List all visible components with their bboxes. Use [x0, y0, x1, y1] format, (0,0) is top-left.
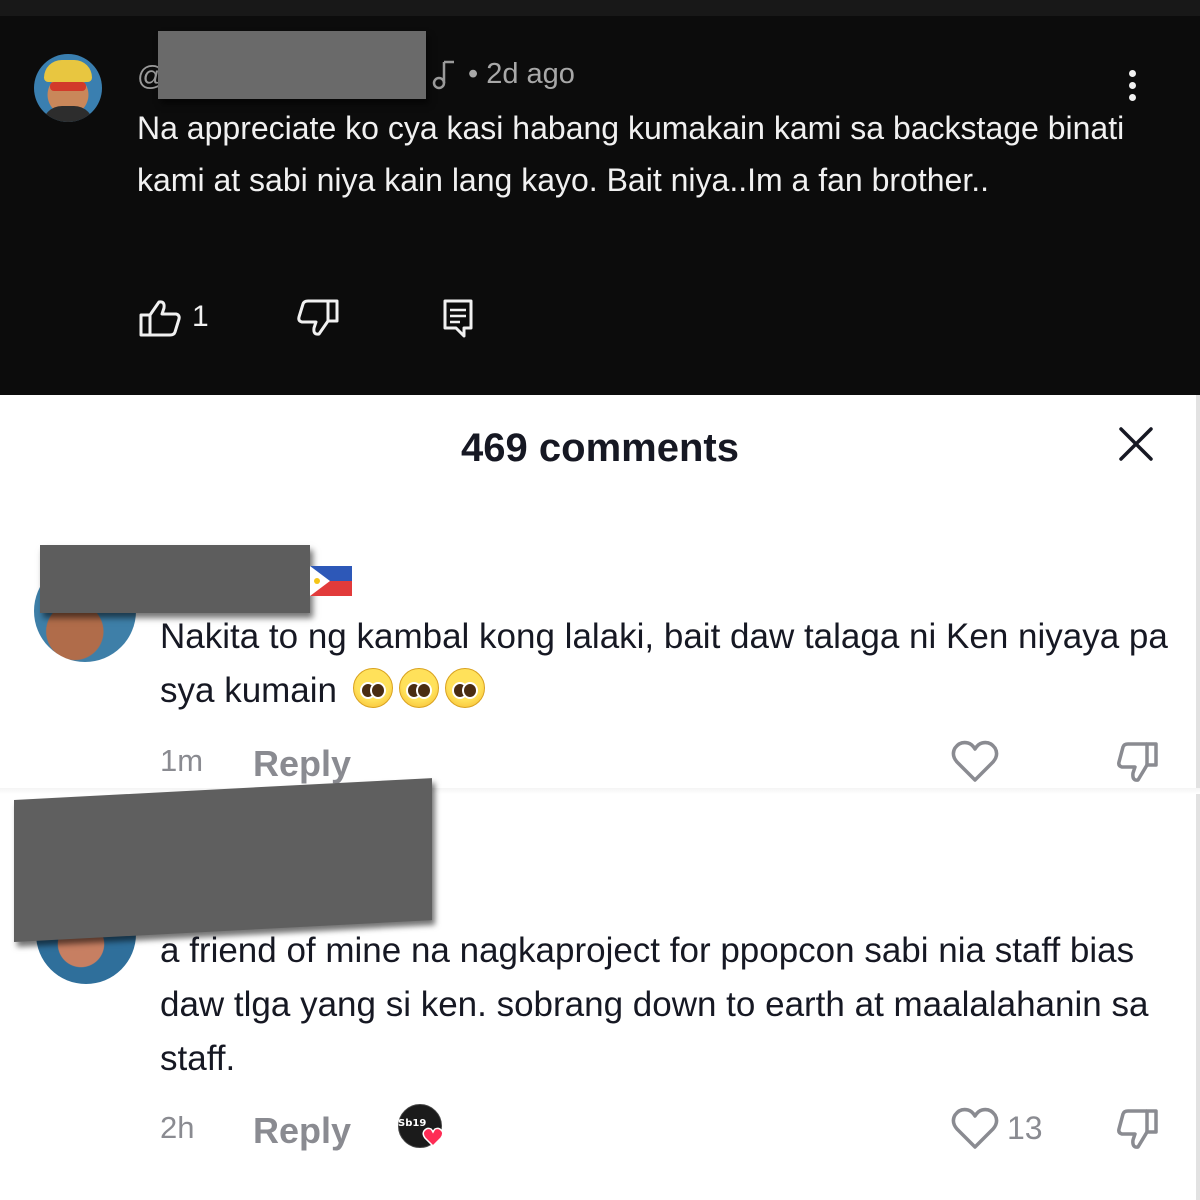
reply-comment-icon[interactable] [442, 298, 474, 338]
close-icon[interactable] [1116, 424, 1156, 464]
sheet-edge [1196, 395, 1200, 1200]
comment-text: Nakita to ng kambal kong lalaki, bait da… [160, 617, 1168, 710]
like-count: 13 [1007, 1110, 1043, 1146]
comment-time: 2h [160, 1110, 195, 1145]
comment-time: 1m [160, 743, 204, 778]
comment-timestamp: • 2d ago [468, 58, 575, 90]
avatar-cap [44, 60, 92, 82]
previous-content-edge [0, 0, 1200, 16]
thumbs-down-icon[interactable] [1116, 1107, 1160, 1151]
avatar-shirt [42, 106, 94, 122]
thumbs-down-icon[interactable] [1116, 740, 1160, 784]
creator-liked-badge: Sb19 [398, 1104, 444, 1150]
heart-icon[interactable] [951, 740, 999, 784]
commenter-avatar[interactable] [34, 54, 102, 122]
like-count: 1 [192, 300, 209, 333]
philippines-flag-icon [310, 566, 352, 596]
comments-count-title: 469 comments [461, 426, 739, 470]
music-note-icon [432, 60, 454, 90]
thumbs-up-icon[interactable] [138, 298, 182, 338]
creator-tag: Sb19 [398, 1118, 427, 1129]
pleading-face-emoji [352, 668, 393, 708]
reply-button[interactable]: Reply [253, 1110, 351, 1152]
redacted-username [14, 778, 432, 942]
next-comment-cutoff [0, 1180, 1200, 1200]
avatar-glasses [50, 82, 86, 91]
redacted-username [158, 31, 426, 99]
comment-text: a friend of mine na nagkaproject for ppo… [160, 931, 1149, 1078]
filled-heart-icon [422, 1127, 444, 1148]
thumbs-down-icon[interactable] [296, 298, 340, 338]
pleading-face-emoji [398, 668, 439, 708]
youtube-comment-text: Na appreciate ko cya kasi habang kumakai… [137, 110, 1125, 198]
pleading-face-emoji [444, 668, 485, 708]
reply-button[interactable]: Reply [253, 743, 351, 785]
redacted-username [40, 545, 310, 613]
heart-icon[interactable] [951, 1107, 999, 1151]
